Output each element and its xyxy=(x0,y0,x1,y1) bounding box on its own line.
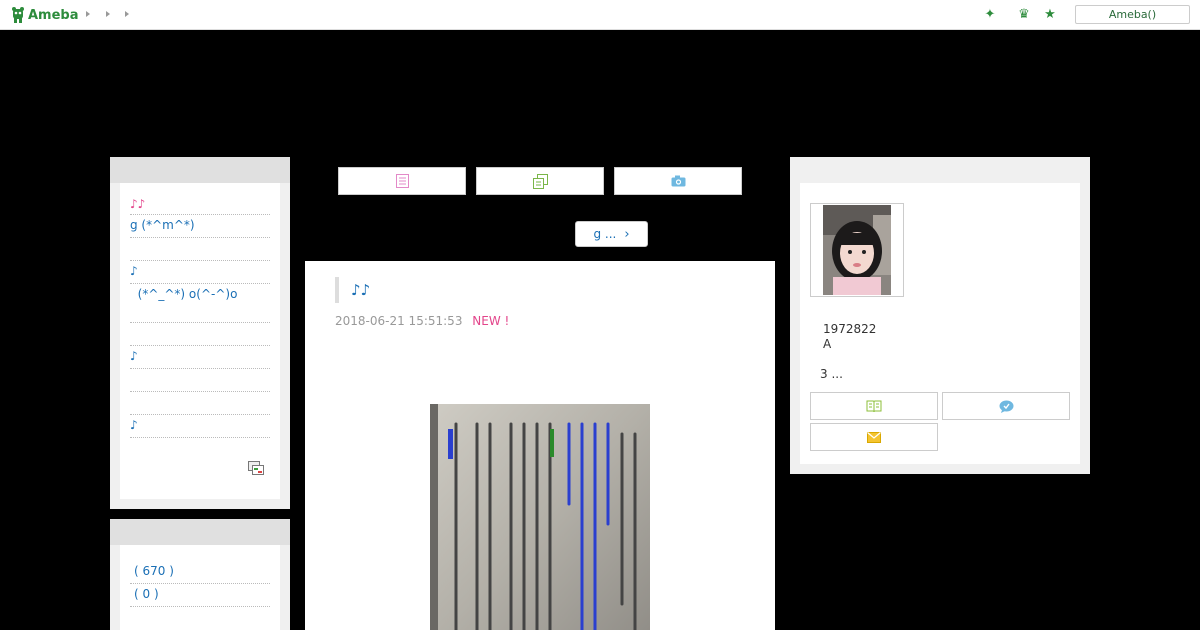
sparkle-icon[interactable]: ✦ xyxy=(982,6,998,22)
next-entry-label: g ... xyxy=(593,227,617,241)
tab-photos[interactable] xyxy=(614,167,742,195)
star-icon[interactable]: ★ xyxy=(1042,6,1058,22)
message-button[interactable] xyxy=(942,392,1070,420)
copy-icon xyxy=(532,173,548,189)
rss-feed-icon[interactable] xyxy=(248,461,264,475)
caret-right-icon[interactable] xyxy=(106,11,110,17)
list-item[interactable] xyxy=(130,323,270,346)
profile-line: A xyxy=(823,337,832,351)
avatar xyxy=(823,205,891,295)
tab-theme[interactable] xyxy=(476,167,604,195)
top-bar: Ameba ✦ ♛ ★ Ameba() xyxy=(0,0,1200,30)
chevron-right-icon: › xyxy=(624,226,630,242)
list-item[interactable]: ♪ xyxy=(130,415,270,438)
ameba-logo[interactable]: Ameba xyxy=(10,5,79,25)
crown-icon[interactable]: ♛ xyxy=(1016,6,1032,22)
tab-entries[interactable] xyxy=(338,167,466,195)
list-item[interactable]: g (*^m^*) xyxy=(130,215,270,238)
recent-entries-box: ♪♪ g (*^m^*) ♪ (*^_^*) o(^-^)o ♪ ♪ xyxy=(110,183,290,509)
next-entry-link[interactable]: g ... › xyxy=(575,221,648,247)
list-item[interactable]: ♪ xyxy=(130,261,270,284)
recent-entries-list: ♪♪ g (*^m^*) ♪ (*^_^*) o(^-^)o ♪ ♪ xyxy=(130,193,270,438)
list-item[interactable] xyxy=(130,369,270,392)
article-meta: 2018-06-21 15:51:53 NEW ! xyxy=(335,314,509,328)
recent-entries-header xyxy=(110,157,290,183)
stat-item[interactable]: ( 670 ) xyxy=(130,561,270,584)
stats-list: ( 670 ) ( 0 ) xyxy=(130,561,270,607)
list-item[interactable] xyxy=(130,392,270,415)
article-title[interactable]: ♪♪ xyxy=(335,277,370,303)
read-blog-button[interactable] xyxy=(810,392,938,420)
list-item[interactable] xyxy=(130,238,270,261)
camera-icon xyxy=(671,175,685,187)
mail-button[interactable] xyxy=(810,423,938,451)
book-icon xyxy=(866,400,882,412)
article-photo[interactable] xyxy=(430,404,650,630)
article-card: ♪♪ 2018-06-21 15:51:53 NEW ! xyxy=(305,261,775,630)
ameba-mascot-icon xyxy=(12,7,24,23)
list-item[interactable]: ♪ xyxy=(130,346,270,369)
caret-right-icon[interactable] xyxy=(86,11,90,17)
list-item[interactable]: (*^_^*) o(^-^)o xyxy=(130,284,270,323)
article-date: 2018-06-21 15:51:53 xyxy=(335,314,463,328)
avatar-photo xyxy=(823,205,891,295)
phone-screen-photo xyxy=(430,404,650,630)
mail-icon xyxy=(867,431,881,443)
profile-id: 1972822 xyxy=(823,322,877,336)
document-icon xyxy=(395,174,409,188)
list-item[interactable]: ♪♪ xyxy=(130,193,270,215)
new-badge: NEW ! xyxy=(472,314,510,328)
caret-right-icon[interactable] xyxy=(125,11,129,17)
stats-header xyxy=(110,519,290,545)
logo-text: Ameba xyxy=(28,7,79,23)
chat-icon xyxy=(999,400,1013,413)
stat-item[interactable]: ( 0 ) xyxy=(130,584,270,607)
account-button[interactable]: Ameba() xyxy=(1075,5,1190,24)
profile-more[interactable]: 3 ... xyxy=(820,367,843,381)
stats-box: ( 670 ) ( 0 ) xyxy=(110,545,290,630)
profile-avatar[interactable] xyxy=(810,203,904,297)
